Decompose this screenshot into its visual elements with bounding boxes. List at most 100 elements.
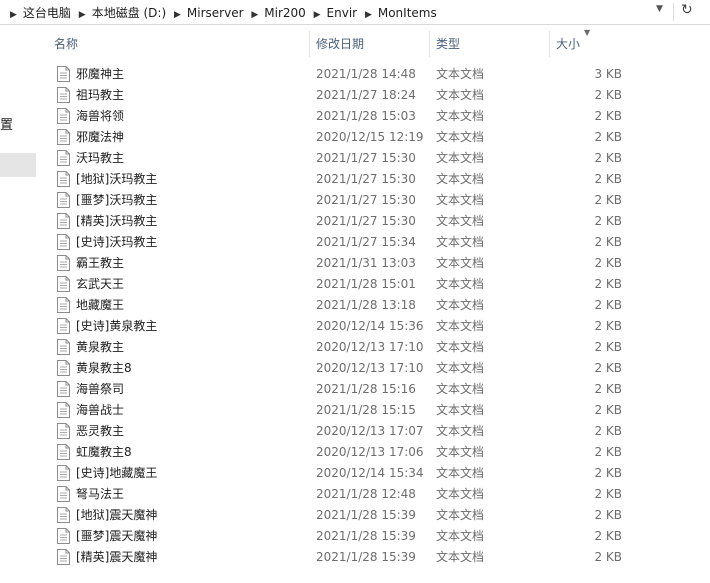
text-document-icon <box>57 108 70 124</box>
text-document-icon <box>57 87 70 103</box>
text-document-icon <box>57 381 70 397</box>
file-type: 文本文档 <box>436 319 485 333</box>
file-row[interactable]: [史诗]沃玛教主 2021/1/27 15:34 文本文档 2 KB <box>0 232 710 253</box>
text-document-icon <box>57 318 70 334</box>
file-row[interactable]: 邪魔神主 2021/1/28 14:48 文本文档 3 KB <box>0 64 710 85</box>
file-size: 2 KB <box>594 424 622 438</box>
file-size: 2 KB <box>594 235 622 249</box>
file-row[interactable]: 地藏魔王 2021/1/28 13:18 文本文档 2 KB <box>0 295 710 316</box>
file-name: [噩梦]震天魔神 <box>76 529 158 543</box>
file-modified-date: 2021/1/27 15:30 <box>316 172 416 186</box>
file-row[interactable]: [噩梦]震天魔神 2021/1/28 15:39 文本文档 2 KB <box>0 526 710 547</box>
file-modified-date: 2021/1/28 15:03 <box>316 109 416 123</box>
breadcrumb-item-monitems[interactable]: MonItems <box>378 6 437 20</box>
file-size: 2 KB <box>594 382 622 396</box>
file-row[interactable]: 玄武天王 2021/1/28 15:01 文本文档 2 KB <box>0 274 710 295</box>
chevron-right-icon[interactable]: ▶ <box>174 10 181 20</box>
file-name: 海兽祭司 <box>76 382 125 396</box>
breadcrumb-item-mir200[interactable]: Mir200 <box>264 6 306 20</box>
breadcrumb-item-drive-d[interactable]: 本地磁盘 (D:) <box>92 6 166 20</box>
file-modified-date: 2021/1/28 15:16 <box>316 382 416 396</box>
file-type: 文本文档 <box>436 88 485 102</box>
file-type: 文本文档 <box>436 151 485 165</box>
file-size: 2 KB <box>594 277 622 291</box>
file-type: 文本文档 <box>436 340 485 354</box>
file-row[interactable]: 虹魔教主8 2020/12/13 17:06 文本文档 2 KB <box>0 442 710 463</box>
column-header-size-label: 大小 <box>556 37 581 51</box>
text-document-icon <box>57 297 70 313</box>
file-type: 文本文档 <box>436 109 485 123</box>
file-row[interactable]: [精英]沃玛教主 2021/1/27 15:30 文本文档 2 KB <box>0 211 710 232</box>
file-type: 文本文档 <box>436 130 485 144</box>
file-size: 2 KB <box>594 214 622 228</box>
file-type: 文本文档 <box>436 193 485 207</box>
text-document-icon <box>57 339 70 355</box>
file-type: 文本文档 <box>436 277 485 291</box>
file-row[interactable]: 弩马法王 2021/1/28 12:48 文本文档 2 KB <box>0 484 710 505</box>
file-row[interactable]: [史诗]地藏魔王 2020/12/14 15:34 文本文档 2 KB <box>0 463 710 484</box>
breadcrumb-item-mirserver[interactable]: Mirserver <box>187 6 244 20</box>
file-modified-date: 2020/12/13 17:10 <box>316 340 424 354</box>
file-modified-date: 2021/1/27 15:30 <box>316 193 416 207</box>
file-name: [史诗]沃玛教主 <box>76 235 158 249</box>
file-name: 海兽战士 <box>76 403 125 417</box>
file-name: 黄泉教主8 <box>76 361 132 375</box>
breadcrumb-item-this-pc[interactable]: 这台电脑 <box>23 6 71 20</box>
file-row[interactable]: 霸王教主 2021/1/31 13:03 文本文档 2 KB <box>0 253 710 274</box>
chevron-right-icon[interactable]: ▶ <box>79 10 86 20</box>
file-name: 邪魔法神 <box>76 130 125 144</box>
text-document-icon <box>57 360 70 376</box>
chevron-right-icon[interactable]: ▶ <box>314 10 321 20</box>
text-document-icon <box>57 150 70 166</box>
file-type: 文本文档 <box>436 172 485 186</box>
file-row[interactable]: 恶灵教主 2020/12/13 17:07 文本文档 2 KB <box>0 421 710 442</box>
file-size: 2 KB <box>594 151 622 165</box>
file-row[interactable]: [地狱]沃玛教主 2021/1/27 15:30 文本文档 2 KB <box>0 169 710 190</box>
file-row[interactable]: 祖玛教主 2021/1/27 18:24 文本文档 2 KB <box>0 85 710 106</box>
text-document-icon <box>57 129 70 145</box>
file-row[interactable]: [噩梦]沃玛教主 2021/1/27 15:30 文本文档 2 KB <box>0 190 710 211</box>
file-size: 2 KB <box>594 319 622 333</box>
column-header-name[interactable]: 名称 <box>40 31 310 57</box>
column-header-date-label: 修改日期 <box>316 37 365 51</box>
chevron-right-icon[interactable]: ▶ <box>365 10 372 20</box>
file-size: 2 KB <box>594 130 622 144</box>
file-name: 虹魔教主8 <box>76 445 132 459</box>
file-modified-date: 2021/1/28 12:48 <box>316 487 416 501</box>
file-row[interactable]: 沃玛教主 2021/1/27 15:30 文本文档 2 KB <box>0 148 710 169</box>
file-type: 文本文档 <box>436 487 485 501</box>
file-row[interactable]: 黄泉教主8 2020/12/13 17:10 文本文档 2 KB <box>0 358 710 379</box>
file-row[interactable]: 海兽祭司 2021/1/28 15:16 文本文档 2 KB <box>0 379 710 400</box>
file-row[interactable]: 黄泉教主 2020/12/13 17:10 文本文档 2 KB <box>0 337 710 358</box>
text-document-icon <box>57 549 70 565</box>
file-modified-date: 2021/1/27 15:30 <box>316 214 416 228</box>
file-size: 2 KB <box>594 529 622 543</box>
file-name: [精英]沃玛教主 <box>76 214 158 228</box>
file-row[interactable]: [精英]震天魔神 2021/1/28 15:39 文本文档 2 KB <box>0 547 710 568</box>
text-document-icon <box>57 528 70 544</box>
file-row[interactable]: 海兽战士 2021/1/28 15:15 文本文档 2 KB <box>0 400 710 421</box>
file-name: [地狱]沃玛教主 <box>76 172 158 186</box>
file-row[interactable]: [史诗]黄泉教主 2020/12/14 15:36 文本文档 2 KB <box>0 316 710 337</box>
file-row[interactable]: [地狱]震天魔神 2021/1/28 15:39 文本文档 2 KB <box>0 505 710 526</box>
refresh-icon[interactable]: ↻ <box>681 2 693 18</box>
column-header-type[interactable]: 类型 <box>430 31 550 57</box>
file-type: 文本文档 <box>436 550 485 564</box>
chevron-right-icon[interactable]: ▶ <box>251 10 258 20</box>
file-modified-date: 2020/12/13 17:06 <box>316 445 424 459</box>
text-document-icon <box>57 465 70 481</box>
file-type: 文本文档 <box>436 298 485 312</box>
address-bar[interactable]: ▶ 这台电脑 ▶ 本地磁盘 (D:) ▶ Mirserver ▶ Mir200 ▶ Env… <box>0 0 710 25</box>
column-header-row: 名称 修改日期 类型 大小 <box>40 31 630 57</box>
file-name: [史诗]黄泉教主 <box>76 319 158 333</box>
address-history-dropdown-icon[interactable]: ▼ <box>656 4 663 14</box>
file-type: 文本文档 <box>436 235 485 249</box>
column-header-date[interactable]: 修改日期 <box>310 31 430 57</box>
text-document-icon <box>57 423 70 439</box>
breadcrumb-item-envir[interactable]: Envir <box>327 6 358 20</box>
file-type: 文本文档 <box>436 361 485 375</box>
chevron-right-icon[interactable]: ▶ <box>10 10 17 20</box>
file-type: 文本文档 <box>436 424 485 438</box>
file-row[interactable]: 海兽将领 2021/1/28 15:03 文本文档 2 KB <box>0 106 710 127</box>
file-row[interactable]: 邪魔法神 2020/12/15 12:19 文本文档 2 KB <box>0 127 710 148</box>
